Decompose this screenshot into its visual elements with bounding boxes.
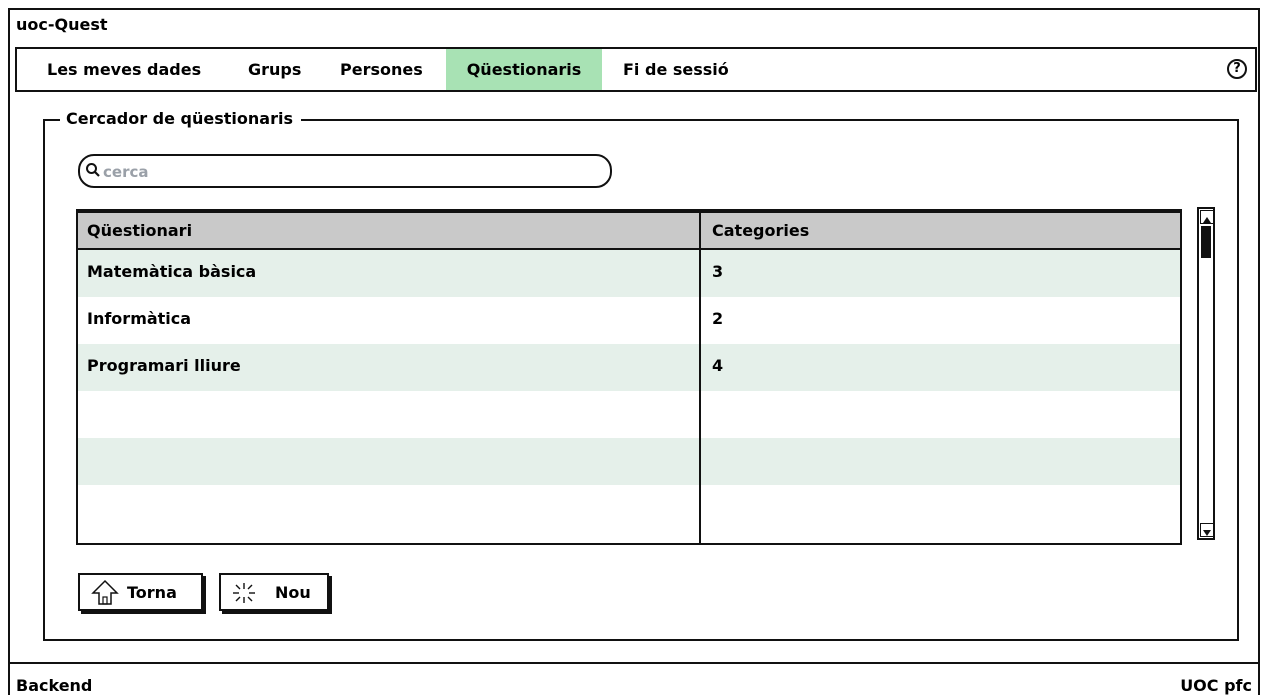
new-button-label: Nou <box>275 583 311 602</box>
search-icon <box>86 163 100 177</box>
table-row[interactable] <box>78 485 1180 532</box>
questionnaire-table: Qüestionari Categories Matemàtica bàsica… <box>76 209 1182 545</box>
window-title-bar: uoc-Quest <box>8 8 1260 38</box>
column-divider <box>699 213 701 543</box>
tab-questionaris[interactable]: Qüestionaris <box>446 49 602 90</box>
scroll-down-button[interactable] <box>1200 523 1214 537</box>
tab-les-meves-dades[interactable]: Les meves dades <box>47 49 201 90</box>
scroll-up-button[interactable] <box>1200 210 1214 224</box>
back-button[interactable]: Torna <box>78 573 203 611</box>
sparkle-icon <box>233 583 255 603</box>
search-box[interactable] <box>78 154 612 188</box>
home-arrow-icon <box>91 579 119 605</box>
cell-categories: 3 <box>712 262 724 281</box>
new-button[interactable]: Nou <box>219 573 329 611</box>
table-row[interactable] <box>78 391 1180 438</box>
cell-questionnaire: Informàtica <box>87 309 192 328</box>
tab-persones[interactable]: Persones <box>340 49 423 90</box>
cell-questionnaire: Programari lliure <box>87 356 241 375</box>
tab-grups[interactable]: Grups <box>248 49 301 90</box>
panel-legend: Cercador de qüestionaris <box>60 108 301 130</box>
status-left-text: Backend <box>16 676 93 695</box>
app-window: uoc-Quest Les meves dades Grups Persones… <box>0 0 1262 695</box>
column-header-questionari[interactable]: Qüestionari <box>87 213 192 248</box>
status-bar: Backend UOC pfc <box>8 662 1260 695</box>
table-row[interactable] <box>78 438 1180 485</box>
arrow-up-icon <box>1203 217 1211 223</box>
table-scrollbar[interactable] <box>1197 207 1215 540</box>
status-right-text: UOC pfc <box>1180 676 1252 695</box>
app-title: uoc-Quest <box>16 15 108 34</box>
table-row[interactable]: Matemàtica bàsica 3 <box>78 250 1180 297</box>
search-input[interactable] <box>101 159 585 185</box>
help-circle-icon[interactable]: ? <box>1227 59 1247 79</box>
main-nav: Les meves dades Grups Persones Qüestiona… <box>15 47 1257 92</box>
column-header-categories[interactable]: Categories <box>712 213 809 248</box>
table-row[interactable]: Informàtica 2 <box>78 297 1180 344</box>
arrow-down-icon <box>1203 530 1211 536</box>
cell-categories: 2 <box>712 309 724 328</box>
scroll-thumb[interactable] <box>1201 226 1211 258</box>
back-button-label: Torna <box>127 583 177 602</box>
tab-fi-de-sessio[interactable]: Fi de sessió <box>623 49 729 90</box>
cell-categories: 4 <box>712 356 724 375</box>
cell-questionnaire: Matemàtica bàsica <box>87 262 257 281</box>
table-header: Qüestionari Categories <box>78 213 1180 250</box>
table-row[interactable]: Programari lliure 4 <box>78 344 1180 391</box>
